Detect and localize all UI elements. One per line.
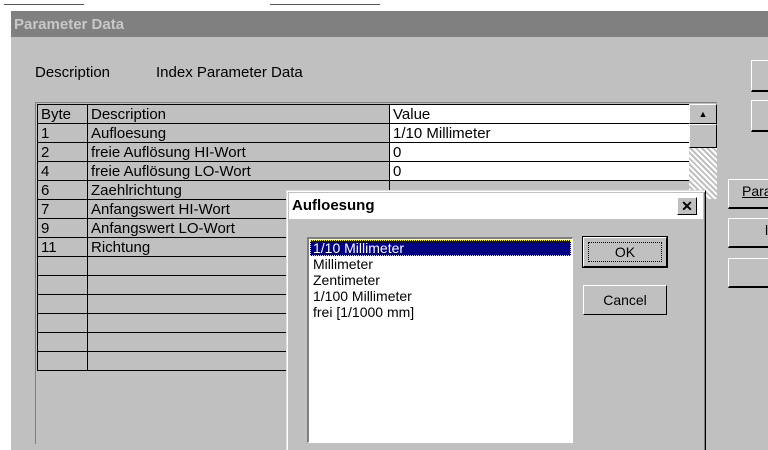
- dialog-titlebar[interactable]: Aufloesung ✕: [289, 193, 703, 219]
- table-row[interactable]: 2 freie Auflösung HI-Wort 0: [37, 142, 718, 162]
- byte-cell: [37, 275, 88, 295]
- byte-cell: [37, 294, 88, 314]
- right-button-4[interactable]: l: [728, 218, 768, 248]
- description-cell: freie Auflösung LO-Wort: [87, 161, 390, 181]
- column-header-description[interactable]: Description: [87, 104, 390, 124]
- byte-cell: [37, 351, 88, 371]
- list-item[interactable]: frei [1/1000 mm]: [310, 304, 571, 320]
- byte-cell: 7: [37, 199, 88, 219]
- dialog-title: Aufloesung: [292, 197, 375, 214]
- column-header-byte[interactable]: Byte: [37, 104, 88, 124]
- aufloesung-dialog: Aufloesung ✕ 1/10 Millimeter Millimeter Ze…: [286, 190, 706, 450]
- list-item[interactable]: Millimeter: [310, 256, 571, 272]
- window-titlebar[interactable]: Parameter Data: [11, 11, 768, 37]
- value-cell[interactable]: 0: [389, 142, 690, 162]
- byte-cell: 9: [37, 218, 88, 238]
- right-button-2[interactable]: [751, 100, 768, 132]
- column-header-value[interactable]: Value: [389, 104, 690, 124]
- parameter-button[interactable]: Para: [728, 179, 768, 209]
- desktop-background-strip: [0, 0, 768, 10]
- byte-cell: [37, 332, 88, 352]
- right-button-5[interactable]: [728, 258, 768, 288]
- cancel-button-label: Cancel: [603, 292, 647, 308]
- triangle-up-icon[interactable]: ▲: [689, 104, 717, 124]
- byte-cell: 2: [37, 142, 88, 162]
- list-item[interactable]: Zentimeter: [310, 272, 571, 288]
- description-cell: Aufloesung: [87, 123, 390, 143]
- cancel-button[interactable]: Cancel: [583, 285, 667, 315]
- value-scrollbar[interactable]: ▲: [689, 104, 717, 199]
- byte-cell: [37, 313, 88, 333]
- description-label: Description: [35, 64, 111, 81]
- value-cell[interactable]: 0: [389, 161, 690, 181]
- resolution-listbox[interactable]: 1/10 Millimeter Millimeter Zentimeter 1/100…: [307, 237, 573, 443]
- byte-cell: 4: [37, 161, 88, 181]
- window-title: Parameter Data: [14, 16, 125, 33]
- byte-cell: 6: [37, 180, 88, 200]
- list-item[interactable]: 1/10 Millimeter: [310, 240, 571, 256]
- table-row[interactable]: 4 freie Auflösung LO-Wort 0: [37, 161, 718, 181]
- byte-cell: [37, 256, 88, 276]
- list-item[interactable]: 1/100 Millimeter: [310, 288, 571, 304]
- close-icon[interactable]: ✕: [677, 197, 697, 215]
- description-value: Index Parameter Data: [156, 64, 303, 81]
- ok-button-label: OK: [614, 244, 636, 260]
- byte-cell: 1: [37, 123, 88, 143]
- byte-cell: 11: [37, 237, 88, 257]
- scrollbar-thumb[interactable]: [689, 124, 717, 148]
- value-cell[interactable]: 1/10 Millimeter: [389, 123, 690, 143]
- desktop-left-edge: [0, 10, 10, 450]
- table-row[interactable]: 1 Aufloesung 1/10 Millimeter: [37, 123, 718, 143]
- parameter-button-label: Para: [742, 183, 768, 199]
- table-header-row: Byte Description Value: [37, 104, 718, 124]
- description-cell: freie Auflösung HI-Wort: [87, 142, 390, 162]
- ok-button[interactable]: OK: [582, 236, 668, 268]
- right-button-1[interactable]: [751, 60, 768, 92]
